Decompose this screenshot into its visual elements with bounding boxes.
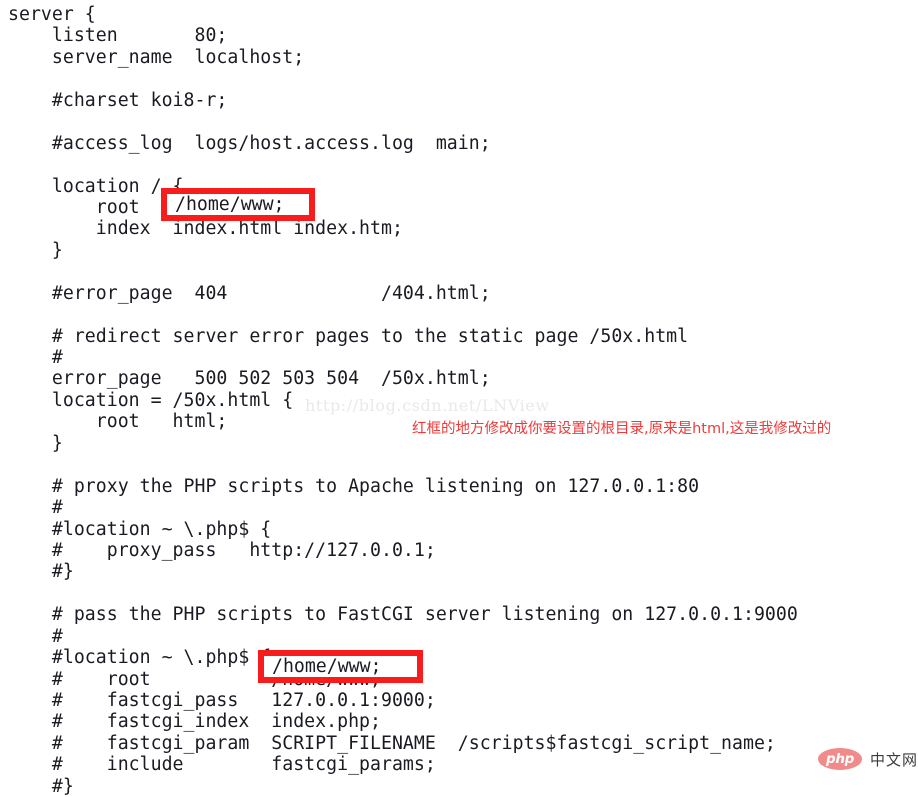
code-line: #charset koi8-r; <box>8 89 228 111</box>
code-line: # root /home/www; <box>8 668 381 690</box>
code-line: listen 80; <box>8 25 228 47</box>
code-line: # include fastcgi_params; <box>8 754 436 776</box>
highlight-box-root-directive-2: /home/www; <box>258 650 423 683</box>
code-line: #location ~ \.php$ { <box>8 647 272 669</box>
code-line: root /home/www; <box>8 196 283 218</box>
nginx-config-code-block: server { listen 80; server_name localhos… <box>8 4 908 797</box>
code-line: #error_page 404 /404.html; <box>8 282 491 304</box>
highlight-box-text: /home/www; <box>175 193 285 215</box>
code-line: # <box>8 347 63 368</box>
red-annotation-note: 红框的地方修改成你要设置的根目录,原来是html,这是我修改过的 <box>412 421 832 437</box>
php-cn-logo-label: 中文网 <box>870 750 918 769</box>
code-line: # fastcgi_index index.php; <box>8 711 381 733</box>
code-line: error_page 500 502 503 504 /50x.html; <box>8 368 491 390</box>
code-line: # redirect server error pages to the sta… <box>8 325 689 347</box>
code-line: # fastcgi_pass 127.0.0.1:9000; <box>8 690 436 711</box>
code-line: } <box>8 239 63 261</box>
code-line: server_name localhost; <box>8 46 305 68</box>
code-line: #access_log logs/host.access.log main; <box>8 132 491 154</box>
code-line: #location ~ \.php$ { <box>8 518 272 540</box>
code-line: location / { <box>8 175 184 197</box>
nginx-config-screenshot: server { listen 80; server_name localhos… <box>0 0 918 797</box>
code-line: #} <box>8 561 74 583</box>
code-line: server { <box>8 4 96 25</box>
php-cn-logo: php 中文网 <box>818 748 918 770</box>
code-line: location = /50x.html { <box>8 389 294 411</box>
code-line: # <box>8 625 63 647</box>
highlight-box-text: /home/www; <box>272 655 382 677</box>
code-line: # proxy_pass http://127.0.0.1; <box>8 539 436 561</box>
php-badge-icon: php <box>818 748 862 770</box>
code-line: # pass the PHP scripts to FastCGI server… <box>8 604 798 626</box>
code-line: # <box>8 497 63 519</box>
code-line: # fastcgi_param SCRIPT_FILENAME /scripts… <box>8 732 776 754</box>
code-line: index index.html index.htm; <box>8 218 403 240</box>
code-line: # proxy the PHP scripts to Apache listen… <box>8 475 700 497</box>
highlight-box-root-directive-1: /home/www; <box>161 188 315 221</box>
